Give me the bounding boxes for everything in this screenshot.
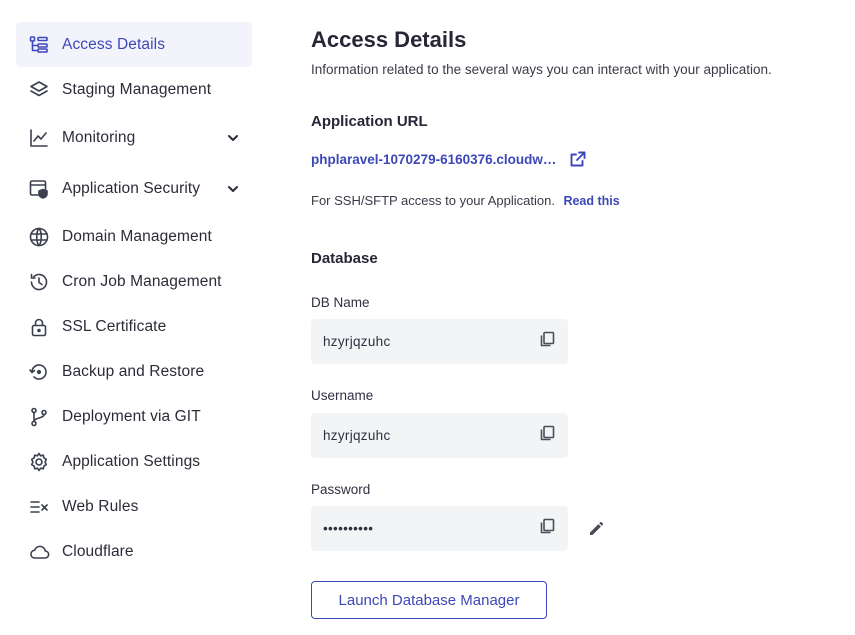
lock-icon	[28, 316, 50, 338]
sidebar-item-label: Deployment via GIT	[62, 407, 201, 425]
page-subtitle: Information related to the several ways …	[311, 62, 772, 77]
db-name-label: DB Name	[311, 295, 370, 310]
db-name-field: hzyrjqzuhc	[311, 319, 568, 364]
database-heading: Database	[311, 250, 378, 267]
rules-list-icon	[28, 496, 50, 518]
username-value: hzyrjqzuhc	[323, 428, 391, 443]
sidebar-item-ssl-certificate[interactable]: SSL Certificate	[16, 304, 252, 349]
application-url-row: phplaravel-1070279-6160376.cloudw…	[311, 150, 587, 168]
sidebar-item-label: Cloudflare	[62, 542, 134, 560]
sidebar-item-backup-and-restore[interactable]: Backup and Restore	[16, 349, 252, 394]
sidebar-item-label: Cron Job Management	[62, 272, 222, 290]
sidebar-item-cloudflare[interactable]: Cloudflare	[16, 529, 252, 574]
sidebar-item-domain-management[interactable]: Domain Management	[16, 214, 252, 259]
read-this-link[interactable]: Read this	[563, 194, 619, 208]
copy-icon[interactable]	[538, 517, 556, 540]
backup-restore-icon	[28, 361, 50, 383]
chevron-down-icon[interactable]	[226, 131, 240, 145]
sidebar-item-deployment-via-git[interactable]: Deployment via GIT	[16, 394, 252, 439]
sidebar-item-staging-management[interactable]: Staging Management	[16, 67, 252, 112]
edit-pencil-icon[interactable]	[587, 518, 607, 543]
application-url-heading: Application URL	[311, 113, 428, 130]
gear-icon	[28, 451, 50, 473]
copy-icon[interactable]	[538, 424, 556, 447]
ssh-info-text: For SSH/SFTP access to your Application.	[311, 193, 555, 208]
sidebar-item-cron-job-management[interactable]: Cron Job Management	[16, 259, 252, 304]
sidebar-item-application-settings[interactable]: Application Settings	[16, 439, 252, 484]
sidebar-item-access-details[interactable]: Access Details	[16, 22, 252, 67]
layers-icon	[28, 79, 50, 101]
sidebar-item-application-security[interactable]: Application Security	[16, 166, 252, 211]
username-field: hzyrjqzuhc	[311, 413, 568, 458]
launch-database-manager-button[interactable]: Launch Database Manager	[311, 581, 547, 619]
sidebar: Access Details Staging Management Monito…	[16, 22, 252, 574]
www-globe-icon	[28, 226, 50, 248]
shield-browser-icon	[28, 178, 50, 200]
ssh-info: For SSH/SFTP access to your Application.…	[311, 192, 620, 210]
db-name-value: hzyrjqzuhc	[323, 334, 391, 349]
password-value: ••••••••••	[323, 521, 374, 536]
sidebar-item-label: SSL Certificate	[62, 317, 167, 335]
sidebar-item-label: Domain Management	[62, 227, 212, 245]
sidebar-item-label: Web Rules	[62, 497, 139, 515]
sidebar-item-label: Application Security	[62, 179, 201, 197]
page-title: Access Details	[311, 27, 467, 52]
password-label: Password	[311, 482, 371, 497]
chevron-down-icon[interactable]	[226, 182, 240, 196]
git-branch-icon	[28, 406, 50, 428]
external-link-icon[interactable]	[569, 150, 587, 168]
cloud-icon	[28, 541, 50, 563]
sidebar-item-label: Access Details	[62, 35, 166, 53]
application-url-link[interactable]: phplaravel-1070279-6160376.cloudw…	[311, 152, 556, 167]
copy-icon[interactable]	[538, 330, 556, 353]
history-clock-icon	[28, 271, 50, 293]
sidebar-item-monitoring[interactable]: Monitoring	[16, 115, 252, 160]
sidebar-item-label: Monitoring	[62, 128, 136, 146]
access-details-icon	[28, 34, 50, 56]
sidebar-item-label: Staging Management	[62, 80, 212, 98]
sidebar-item-label: Application Settings	[62, 452, 201, 470]
password-field: ••••••••••	[311, 506, 568, 551]
chart-line-icon	[28, 127, 50, 149]
sidebar-item-label: Backup and Restore	[62, 362, 205, 380]
sidebar-item-web-rules[interactable]: Web Rules	[16, 484, 252, 529]
username-label: Username	[311, 388, 374, 403]
